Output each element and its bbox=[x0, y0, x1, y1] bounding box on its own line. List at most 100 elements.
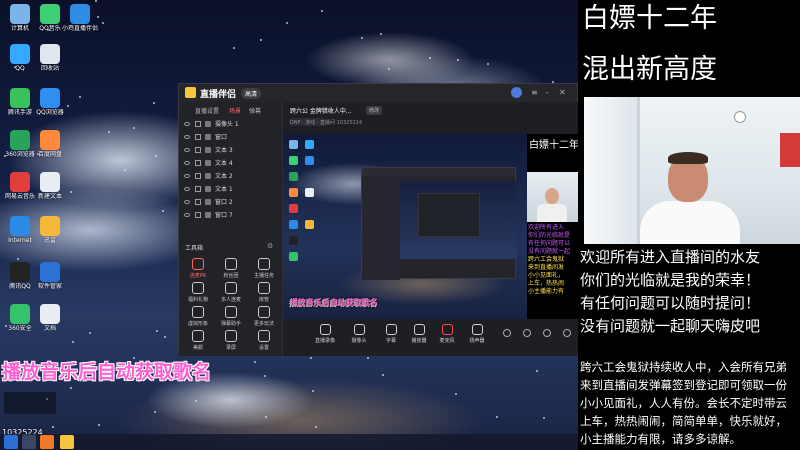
star bbox=[315, 425, 318, 428]
desktop-icon-label: 迅雷 bbox=[43, 237, 56, 244]
scene-item[interactable]: 窗口 7 bbox=[184, 210, 274, 221]
source-type-icon bbox=[205, 160, 211, 166]
eye-icon[interactable] bbox=[184, 174, 190, 178]
scene-item-label: 文本 2 bbox=[215, 173, 233, 180]
desktop-icon[interactable]: QQ浏览器 bbox=[28, 88, 72, 117]
scene-item[interactable]: 窗口 2 bbox=[184, 197, 274, 208]
bottom-toolbar-button[interactable]: 直播录像 bbox=[309, 324, 341, 344]
lock-icon[interactable] bbox=[195, 160, 201, 166]
overlay-chat-line: 没有问题就一起聊天嗨皮吧 bbox=[580, 317, 761, 335]
mini-desktop-icon bbox=[289, 252, 298, 261]
taskbar-app-icon[interactable] bbox=[60, 435, 74, 449]
toolbar-icon bbox=[471, 324, 483, 335]
lock-icon[interactable] bbox=[195, 121, 201, 127]
app-titlebar[interactable]: 直播伴侣 高清 ≡ – ✕ bbox=[179, 84, 577, 102]
lock-icon[interactable] bbox=[195, 199, 201, 205]
tool-button[interactable]: 更多玩法 bbox=[249, 306, 279, 327]
eye-icon[interactable] bbox=[184, 135, 190, 139]
tool-label: 录屏 bbox=[225, 345, 236, 351]
star bbox=[367, 356, 370, 359]
webcam-view bbox=[584, 97, 800, 244]
desktop-icon[interactable]: 小鸡直播伴侣 bbox=[58, 4, 102, 33]
star bbox=[535, 369, 538, 372]
star bbox=[101, 21, 104, 24]
tab-danmaku[interactable]: 弹幕 bbox=[249, 106, 261, 115]
gear-icon[interactable]: ⚙ bbox=[267, 242, 273, 250]
desktop-icon-label: 百度网盘 bbox=[37, 151, 62, 158]
eye-icon[interactable] bbox=[184, 161, 190, 165]
control-icon[interactable] bbox=[503, 329, 511, 337]
desktop-icon[interactable]: 回收站 bbox=[28, 44, 72, 73]
desktop-icon[interactable]: 新建文本 bbox=[28, 172, 72, 201]
eye-icon[interactable] bbox=[184, 148, 190, 152]
tool-button[interactable]: 虚拟形象 bbox=[183, 306, 213, 327]
scene-item[interactable]: 摄像头 1 bbox=[184, 119, 274, 130]
close-icon[interactable]: ✕ bbox=[559, 88, 566, 97]
preview-chat-line: 小小见面礼， bbox=[528, 272, 565, 279]
eye-icon[interactable] bbox=[184, 213, 190, 217]
overlay-notice: 跨六工会鬼狱持续收人中，入会所有兄弟来到直播间发弹幕签到登记即可领取一份小小见面… bbox=[580, 360, 787, 446]
stream-title[interactable]: 跨六公 金牌猎收人中... bbox=[290, 106, 352, 115]
bottom-toolbar-button[interactable]: 麦克风 bbox=[431, 324, 463, 344]
scene-item[interactable]: 文本 1 bbox=[184, 184, 274, 195]
eye-icon[interactable] bbox=[184, 187, 190, 191]
control-icon[interactable] bbox=[543, 329, 551, 337]
tool-button[interactable]: 弹幕助手 bbox=[216, 306, 246, 327]
tab-scenes[interactable]: 场景 bbox=[229, 106, 241, 115]
toolbar-label: 麦克风 bbox=[439, 338, 455, 344]
tool-button[interactable]: 房管 bbox=[249, 282, 279, 303]
star bbox=[78, 96, 81, 99]
lock-icon[interactable] bbox=[195, 147, 201, 153]
star bbox=[152, 101, 155, 104]
star bbox=[161, 209, 164, 212]
taskbar-app-icon[interactable] bbox=[40, 435, 54, 449]
scene-item[interactable]: 文本 4 bbox=[184, 158, 274, 169]
taskbar-app-icon[interactable] bbox=[22, 435, 36, 449]
tool-button[interactable]: 主播任务 bbox=[249, 258, 279, 279]
tool-button[interactable]: 多人连麦 bbox=[216, 282, 246, 303]
eye-icon[interactable] bbox=[184, 200, 190, 204]
minimize-icon[interactable]: – bbox=[545, 88, 549, 97]
edit-title-button[interactable]: 修改 bbox=[366, 106, 383, 115]
app-badge[interactable]: 高清 bbox=[241, 88, 262, 99]
toolbar-icon bbox=[319, 324, 331, 335]
desktop-icon[interactable]: 文档 bbox=[28, 304, 72, 333]
desktop-icon-label: QQ浏览器 bbox=[36, 109, 64, 116]
window-frame bbox=[584, 97, 640, 244]
tool-button[interactable]: 美颜 bbox=[183, 330, 213, 351]
source-type-icon bbox=[205, 212, 211, 218]
tool-button[interactable]: 录屏 bbox=[216, 330, 246, 351]
overlay-chat-line: 有任何问题可以随时提问！ bbox=[580, 294, 761, 312]
scene-item[interactable]: 文本 2 bbox=[184, 171, 274, 182]
app-icon bbox=[10, 130, 30, 150]
bottom-toolbar-button[interactable]: 扬声器 bbox=[461, 324, 493, 344]
lock-icon[interactable] bbox=[195, 186, 201, 192]
lock-icon[interactable] bbox=[195, 134, 201, 140]
stream-preview[interactable]: 白嫖十二年混出新 欢迎所有进入你们的光临就是有任何问题可以没有问题就一起跨六工会… bbox=[283, 134, 579, 319]
start-button-icon[interactable] bbox=[4, 435, 18, 449]
avatar[interactable] bbox=[511, 87, 522, 98]
lock-icon[interactable] bbox=[195, 212, 201, 218]
app-icon bbox=[10, 88, 30, 108]
tool-button[interactable]: 连麦PK bbox=[183, 258, 213, 279]
star bbox=[264, 415, 267, 418]
scene-item[interactable]: 文本 3 bbox=[184, 145, 274, 156]
desktop-icon[interactable]: 迅雷 bbox=[28, 216, 72, 245]
scene-item[interactable]: 窗口 bbox=[184, 132, 274, 143]
tool-button[interactable]: 福利礼物 bbox=[183, 282, 213, 303]
tool-label: 更多玩法 bbox=[253, 321, 274, 327]
tab-live-settings[interactable]: 直播设置 bbox=[195, 106, 219, 115]
menu-icon[interactable]: ≡ bbox=[531, 88, 538, 97]
desktop-icon[interactable]: 百度网盘 bbox=[28, 130, 72, 159]
control-icon[interactable] bbox=[523, 329, 531, 337]
tool-button[interactable]: 粉丝团 bbox=[216, 258, 246, 279]
tool-button[interactable]: 设置 bbox=[249, 330, 279, 351]
toolbar-label: 扬声器 bbox=[469, 338, 485, 344]
bottom-toolbar-button[interactable]: 摄像头 bbox=[343, 324, 375, 344]
tool-icon bbox=[192, 306, 204, 318]
stream-app-window[interactable]: 直播伴侣 高清 ≡ – ✕ 直播设置 场景 弹幕 摄像头 1 窗口文本 3 文本 4… bbox=[178, 83, 579, 356]
desktop-icon[interactable]: 软件管家 bbox=[28, 262, 72, 291]
eye-icon[interactable] bbox=[184, 122, 190, 126]
lock-icon[interactable] bbox=[195, 173, 201, 179]
control-icon[interactable] bbox=[563, 329, 571, 337]
